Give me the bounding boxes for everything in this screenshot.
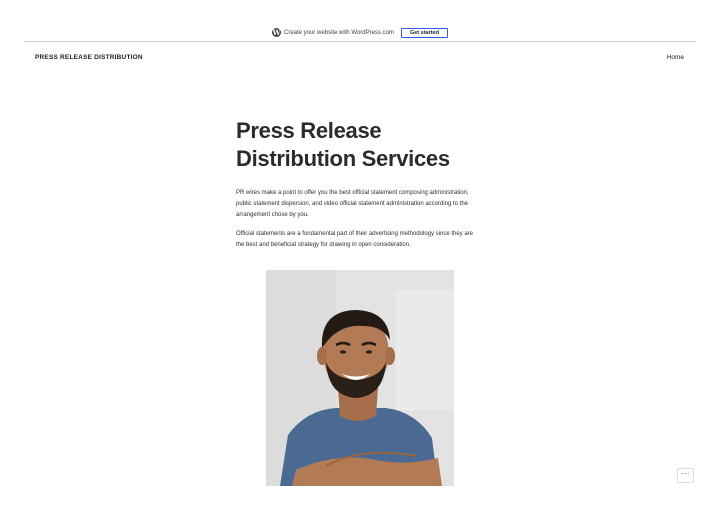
post-title-line2: Distribution Services <box>236 146 450 171</box>
wordpress-promo-bar: W Create your website with WordPress.com… <box>24 24 696 42</box>
post-title-line1: Press Release <box>236 118 382 143</box>
ellipsis-icon[interactable]: ⋯ <box>677 468 694 483</box>
wordpress-promo-link[interactable]: Create your website with WordPress.com <box>284 30 394 36</box>
site-title[interactable]: PRESS RELEASE DISTRIBUTION <box>35 54 143 61</box>
post-title: Press Release Distribution Services <box>236 117 481 173</box>
portrait-illustration <box>266 270 454 486</box>
post-content: Press Release Distribution Services PR w… <box>236 117 481 248</box>
post-paragraph-2: Official statements are a fundamental pa… <box>236 231 474 248</box>
get-started-button[interactable]: Get started <box>400 27 448 38</box>
nav-home-link[interactable]: Home <box>667 54 684 61</box>
post-paragraph-1: PR wires make a point to offer you the b… <box>236 190 469 218</box>
post-photo <box>266 270 454 486</box>
wordpress-logo-icon[interactable]: W <box>272 28 281 37</box>
